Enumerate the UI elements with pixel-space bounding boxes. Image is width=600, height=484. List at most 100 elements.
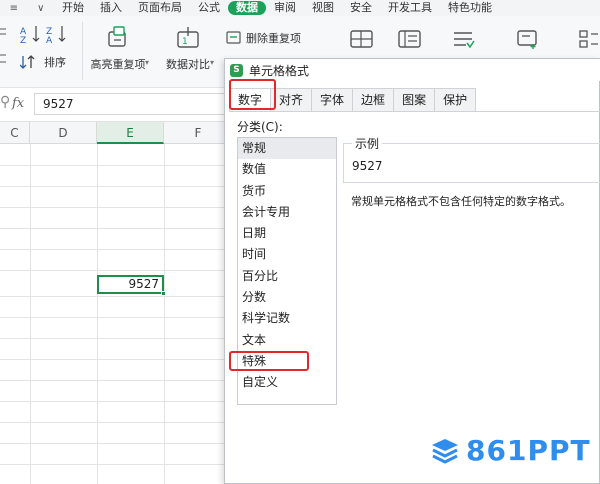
tab-font[interactable]: 字体 [312,88,354,112]
svg-text:Z: Z [20,36,26,44]
highlight-duplicates-button[interactable]: 高亮重复项 [88,26,148,72]
format-cells-dialog: S 单元格格式 数字 对齐 字体 边框 图案 保护 分类(C): 常规 数值 货… [224,58,600,484]
fill-handle[interactable] [161,291,166,296]
reapply-edge-icon[interactable] [0,52,8,68]
spreadsheet-grid[interactable]: C D E F 9527 [0,122,232,484]
category-general[interactable]: 常规 [238,138,336,160]
category-label: 分类(C): [237,120,283,134]
delete-duplicates-icon [226,31,241,44]
category-currency[interactable]: 货币 [238,181,336,202]
highlight-duplicates-icon [108,26,126,47]
category-accounting[interactable]: 会计专用 [238,202,336,223]
ribbon-tab-special-features[interactable]: 特色功能 [440,1,500,15]
formula-input[interactable]: 9527 [34,93,230,115]
grid-line [0,338,232,339]
ribbon-tab-security[interactable]: 安全 [342,1,380,15]
column-header-c[interactable]: C [0,122,30,144]
grid-line [0,443,232,444]
tab-border[interactable]: 边框 [353,88,395,112]
menu-icon[interactable]: ≡ [10,3,18,14]
grid-line [0,270,232,271]
category-number[interactable]: 数值 [238,159,336,180]
wps-app-icon: S [230,63,243,77]
grid-line [0,401,232,402]
highlight-duplicates-label: 高亮重复项 [90,58,146,71]
ribbon-tab-review[interactable]: 审阅 [266,1,304,15]
delete-duplicates-label: 删除重复项 [246,32,301,45]
dropdown-arrow-icon[interactable]: ▾ [210,58,214,67]
formula-bar: ⚲ fx 9527 [0,88,232,122]
fx-icon[interactable]: fx [12,96,24,111]
grid-line [0,380,232,381]
ribbon-tab-data[interactable]: 数据 [228,1,266,15]
tab-pattern[interactable]: 图案 [394,88,436,112]
grid-line [30,144,31,484]
svg-text:A: A [46,36,53,44]
grid-line [0,317,232,318]
svg-text:1: 1 [182,37,188,47]
grid-line [0,186,232,187]
column-header-e[interactable]: E [97,122,164,144]
split-columns-icon[interactable] [350,28,374,50]
highlight-box-number-tab [229,79,276,110]
column-header-f[interactable]: F [164,122,232,144]
sort-descending-icon[interactable]: ZA [46,24,68,44]
zoom-icon[interactable]: ⚲ [0,94,10,110]
active-cell-e[interactable]: 9527 [97,275,164,294]
grid-line [0,296,232,297]
data-compare-button[interactable]: 1 数据对比 [160,26,216,72]
group-icon[interactable] [578,28,600,50]
dialog-title-bar[interactable]: S 单元格格式 [225,59,600,81]
tab-panel-border [229,111,600,112]
category-date[interactable]: 日期 [238,223,336,244]
ribbon-tab-insert[interactable]: 插入 [92,1,130,15]
watermark-logo: 861PPT [430,434,591,467]
insert-dropdown-icon[interactable] [516,28,540,50]
sort-button[interactable]: 排序 [20,54,66,70]
grid-line [0,249,232,250]
filter-edge-icon[interactable] [0,26,8,42]
sort-label: 排序 [44,56,66,69]
watermark-text: 861PPT [466,434,591,467]
highlight-box-special-category [229,351,309,371]
grid-line [0,422,232,423]
column-header-d[interactable]: D [30,122,97,144]
sample-group: 示例 9527 [343,135,600,183]
grid-line [97,144,98,484]
delete-duplicates-button[interactable]: 删除重复项 [226,30,301,46]
tab-protection[interactable]: 保护 [435,88,477,112]
ribbon-separator [82,22,83,80]
category-time[interactable]: 时间 [238,244,336,265]
data-compare-icon: 1 [177,27,199,48]
category-scientific[interactable]: 科学记数 [238,308,336,329]
format-description: 常规单元格格式不包含任何特定的数字格式。 [351,195,571,208]
data-compare-label: 数据对比 [166,58,210,71]
fill-icon[interactable] [398,28,422,50]
dropdown-arrow-icon[interactable]: ▾ [145,58,149,67]
validation-icon[interactable] [452,28,476,50]
ribbon-tab-page-layout[interactable]: 页面布局 [130,1,190,15]
grid-line [0,464,232,465]
stack-layers-icon [432,438,458,463]
ribbon-tab-bar: ≡ ∨ 开始 插入 页面布局 公式 数据 审阅 视图 安全 开发工具 特色功能 [0,0,600,16]
grid-line [0,207,232,208]
ribbon-tab-view[interactable]: 视图 [304,1,342,15]
sort-ascending-icon[interactable]: AZ [20,24,42,44]
ribbon-tab-developer[interactable]: 开发工具 [380,1,440,15]
grid-line [0,165,232,166]
category-text[interactable]: 文本 [238,330,336,351]
dialog-title: 单元格格式 [249,63,310,78]
quick-access-toolbar: ≡ ∨ [0,3,54,14]
grid-line [0,359,232,360]
sample-label: 示例 [352,135,383,152]
category-fraction[interactable]: 分数 [238,287,336,308]
category-custom[interactable]: 自定义 [238,372,336,393]
grid-line [0,228,232,229]
ribbon-tab-home[interactable]: 开始 [54,1,92,15]
chevron-down-icon[interactable]: ∨ [37,3,44,14]
grid-line [164,144,165,484]
tab-alignment[interactable]: 对齐 [271,88,313,112]
ribbon-tab-formulas[interactable]: 公式 [190,1,228,15]
category-percentage[interactable]: 百分比 [238,266,336,287]
column-header-row: C D E F [0,122,232,144]
